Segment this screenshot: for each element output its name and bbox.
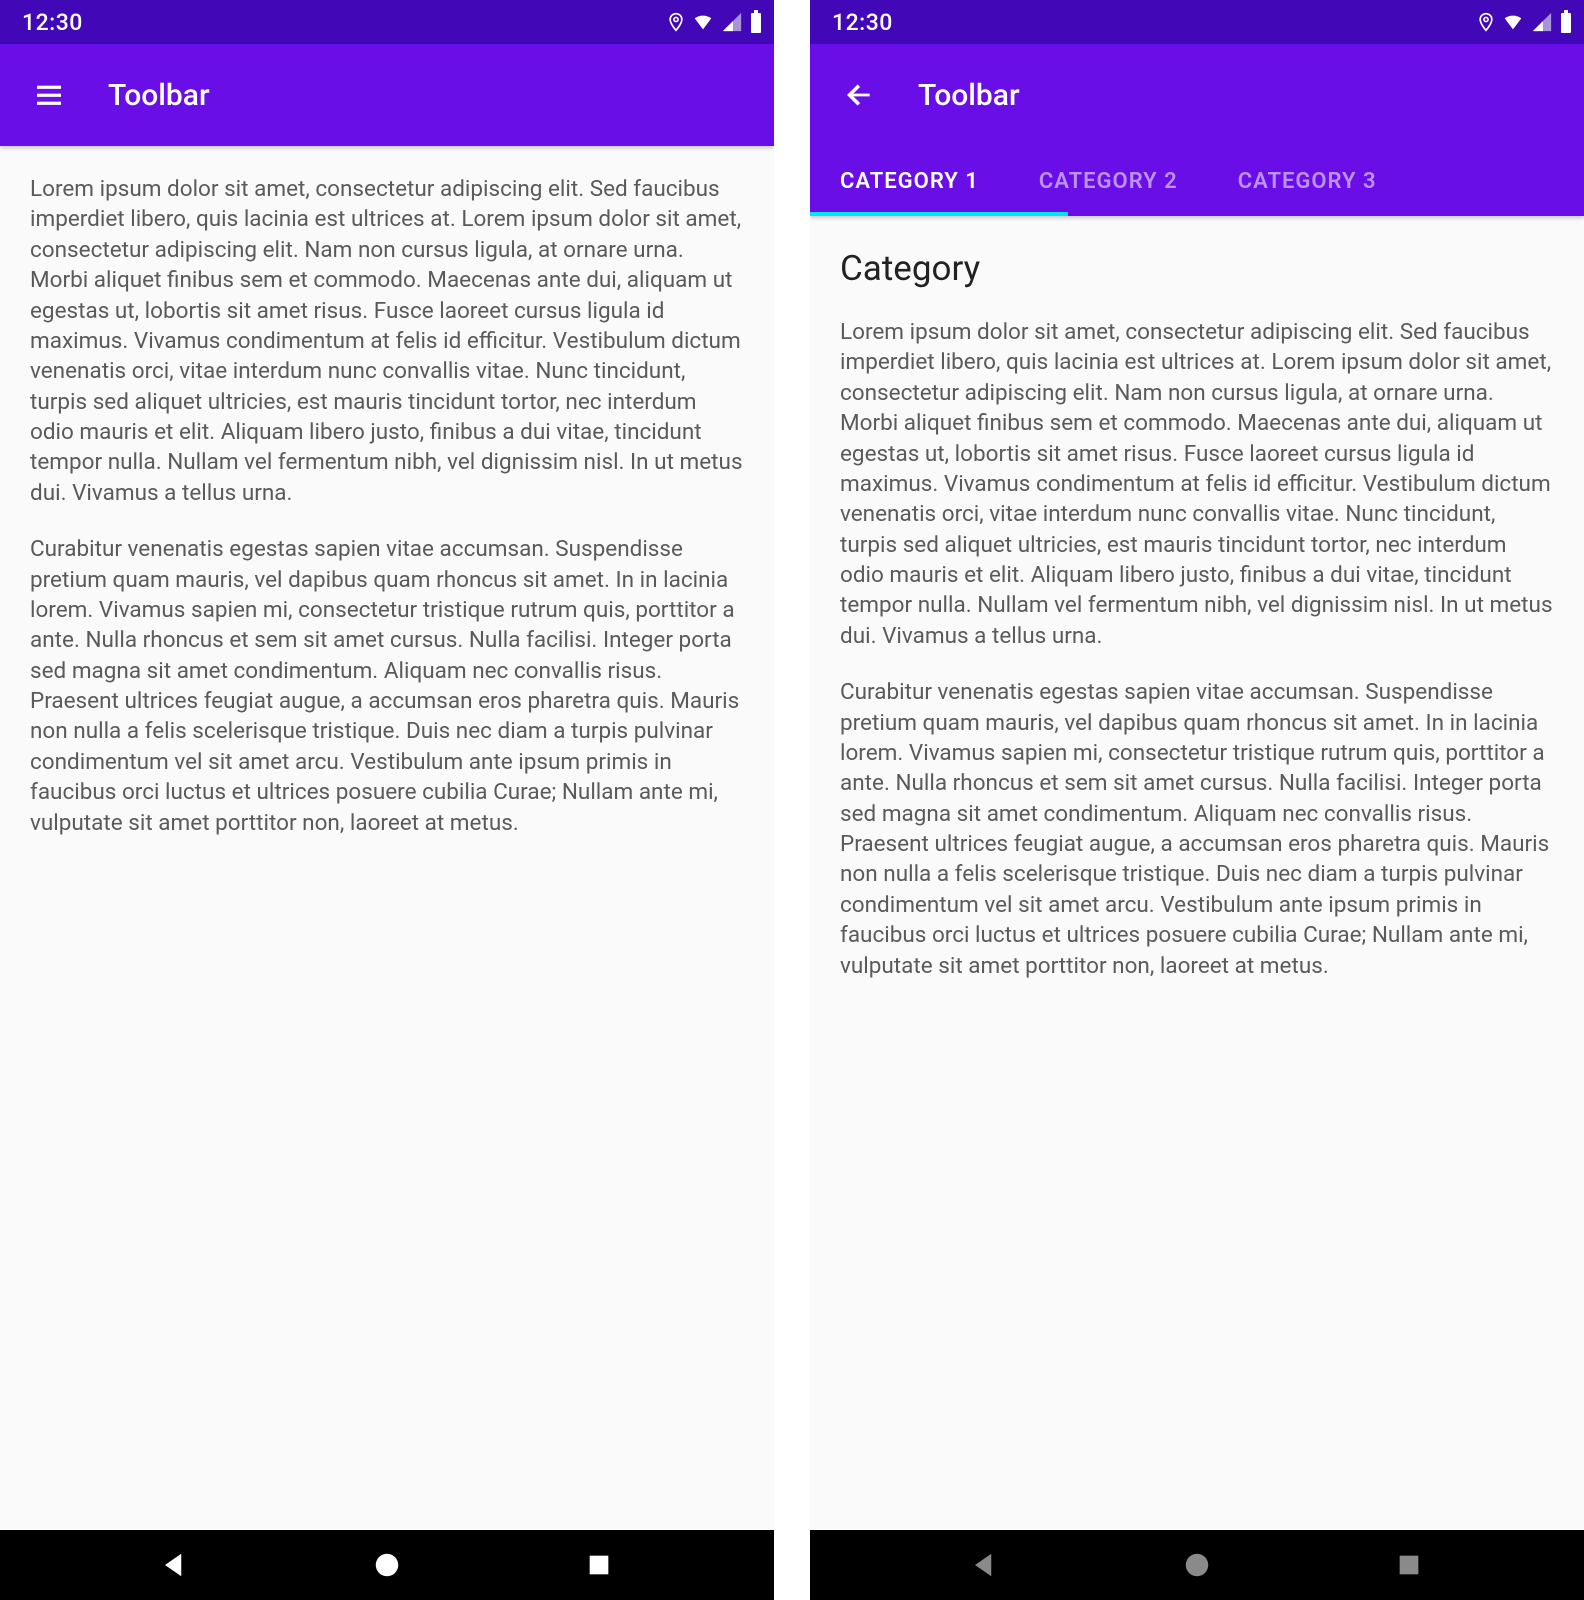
- signal-icon: [720, 11, 744, 33]
- body-paragraph: Lorem ipsum dolor sit amet, consectetur …: [840, 317, 1554, 651]
- hamburger-menu-button[interactable]: [14, 60, 84, 130]
- status-icons: [666, 9, 764, 35]
- content-area[interactable]: Category Lorem ipsum dolor sit amet, con…: [810, 216, 1584, 1530]
- nav-back-button[interactable]: [155, 1545, 195, 1585]
- toolbar-title: Toolbar: [108, 78, 210, 113]
- arrow-back-icon: [843, 79, 875, 111]
- battery-icon: [748, 10, 764, 34]
- body-paragraph: Curabitur venenatis egestas sapien vitae…: [30, 534, 744, 838]
- status-bar: 12:30: [810, 0, 1584, 44]
- android-nav-bar: [0, 1530, 774, 1600]
- content-area[interactable]: Lorem ipsum dolor sit amet, consectetur …: [0, 146, 774, 1530]
- body-paragraph: Lorem ipsum dolor sit amet, consectetur …: [30, 174, 744, 508]
- toolbar-title: Toolbar: [918, 78, 1020, 113]
- nav-home-button[interactable]: [1177, 1545, 1217, 1585]
- nav-recent-button[interactable]: [1389, 1545, 1429, 1585]
- toolbar: Toolbar: [810, 44, 1584, 146]
- tab-category-1[interactable]: CATEGORY 1: [810, 146, 1009, 216]
- tab-indicator: [810, 212, 1068, 216]
- nav-home-button[interactable]: [367, 1545, 407, 1585]
- back-button[interactable]: [824, 60, 894, 130]
- wifi-icon: [690, 11, 716, 33]
- battery-icon: [1558, 10, 1574, 34]
- tab-category-3[interactable]: CATEGORY 3: [1208, 146, 1407, 216]
- status-time: 12:30: [22, 9, 83, 36]
- status-icons: [1476, 9, 1574, 35]
- status-time: 12:30: [832, 9, 893, 36]
- location-icon: [666, 9, 686, 35]
- location-icon: [1476, 9, 1496, 35]
- phone-screen-right: 12:30 Toolbar CATEGORY 1 CATEGORY 2 CATE…: [810, 0, 1584, 1600]
- hamburger-icon: [33, 79, 65, 111]
- android-nav-bar: [810, 1530, 1584, 1600]
- tab-bar: CATEGORY 1 CATEGORY 2 CATEGORY 3: [810, 146, 1584, 216]
- nav-recent-button[interactable]: [579, 1545, 619, 1585]
- status-bar: 12:30: [0, 0, 774, 44]
- phone-screen-left: 12:30 Toolbar Lorem ipsum dolor sit amet…: [0, 0, 774, 1600]
- toolbar: Toolbar: [0, 44, 774, 146]
- signal-icon: [1530, 11, 1554, 33]
- page-heading: Category: [840, 248, 1554, 289]
- body-paragraph: Curabitur venenatis egestas sapien vitae…: [840, 677, 1554, 981]
- wifi-icon: [1500, 11, 1526, 33]
- tab-category-2[interactable]: CATEGORY 2: [1009, 146, 1208, 216]
- nav-back-button[interactable]: [965, 1545, 1005, 1585]
